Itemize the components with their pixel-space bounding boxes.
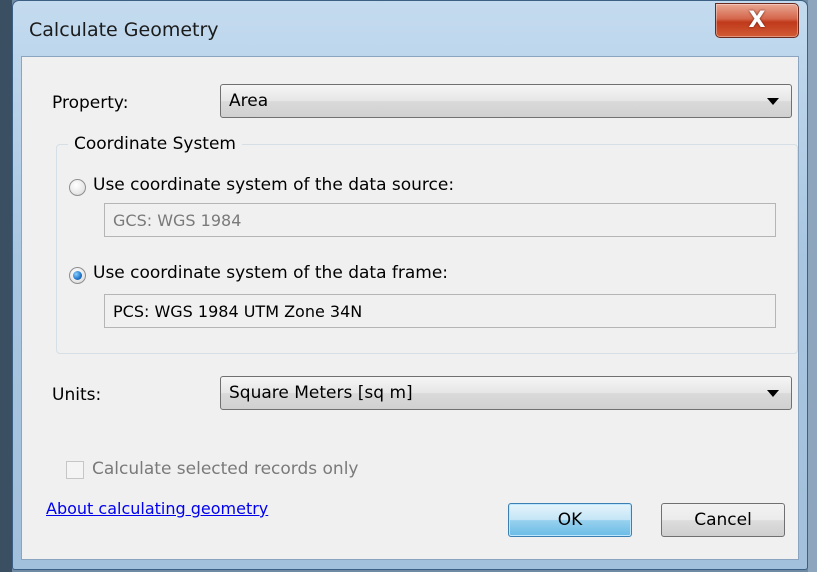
selected-records-checkbox[interactable] [66,461,84,479]
coordinate-system-group-title: Coordinate System [68,134,242,154]
radio-data-frame-label[interactable]: Use coordinate system of the data frame: [93,263,448,283]
data-source-coordinate-system-field: GCS: WGS 1984 [104,203,776,237]
chevron-down-icon [767,98,779,105]
data-source-coordinate-system-value: GCS: WGS 1984 [113,211,242,230]
calculate-geometry-dialog: Calculate Geometry X Property: Area Coor… [12,0,808,570]
background-window-edge-left [0,0,12,572]
cancel-button[interactable]: Cancel [661,503,785,537]
background-window-edge-right [808,0,817,572]
radio-selected-dot [73,271,82,280]
units-label: Units: [52,385,102,405]
radio-data-source-label[interactable]: Use coordinate system of the data source… [93,175,454,195]
units-dropdown-value: Square Meters [sq m] [229,383,413,403]
units-dropdown[interactable]: Square Meters [sq m] [220,376,792,410]
radio-data-source[interactable] [69,179,86,196]
data-frame-coordinate-system-value: PCS: WGS 1984 UTM Zone 34N [113,302,363,321]
property-dropdown-value: Area [229,91,269,111]
data-frame-coordinate-system-field: PCS: WGS 1984 UTM Zone 34N [104,294,776,328]
radio-data-frame[interactable] [69,267,86,284]
property-label: Property: [52,93,129,113]
dialog-title: Calculate Geometry [29,19,219,41]
selected-records-label: Calculate selected records only [92,459,359,479]
dialog-client-area: Property: Area Coordinate System Use coo… [21,56,799,560]
about-calculating-geometry-link[interactable]: About calculating geometry [46,499,268,518]
property-dropdown[interactable]: Area [220,84,792,118]
close-button[interactable]: X [715,3,799,38]
close-icon: X [748,7,766,33]
chevron-down-icon [767,390,779,397]
ok-button[interactable]: OK [508,503,632,537]
